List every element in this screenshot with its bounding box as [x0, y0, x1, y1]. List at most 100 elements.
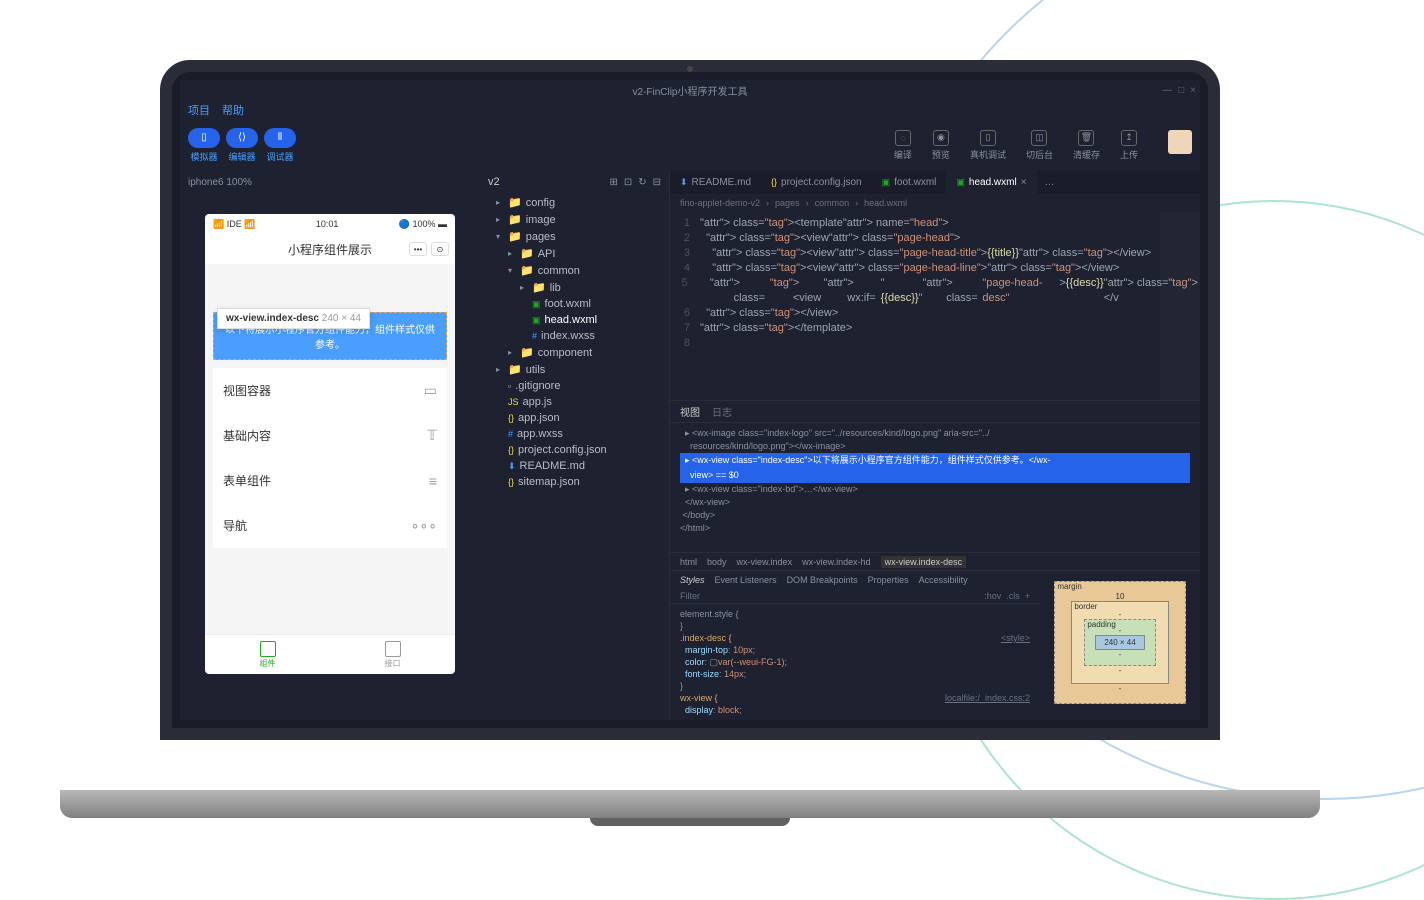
folder-icon: 📁 — [520, 346, 534, 359]
minimap[interactable] — [1160, 212, 1200, 400]
editor-tab[interactable]: ▣head.wxml× — [946, 170, 1036, 194]
tab-api[interactable]: 接口 — [330, 635, 455, 674]
styles-tab[interactable]: Event Listeners — [715, 575, 777, 585]
page-title: 小程序组件展示 — [288, 241, 372, 258]
more-tabs-icon[interactable]: … — [1037, 177, 1063, 188]
close-icon[interactable]: × — [1021, 177, 1027, 188]
styles-rules[interactable]: element.style { } .index-desc {<style> m… — [670, 604, 1040, 720]
close-circle-icon[interactable]: ⊙ — [431, 242, 449, 256]
remote-debug-button[interactable]: ▯真机调试 — [970, 130, 1006, 161]
project-name[interactable]: v2 — [488, 176, 500, 188]
menu-project[interactable]: 项目 — [188, 102, 210, 118]
editor-toggle[interactable]: ⟨⟩ — [226, 128, 258, 148]
filter-input[interactable]: Filter — [680, 591, 700, 601]
file-icon: ▫ — [508, 381, 511, 391]
styles-tab[interactable]: DOM Breakpoints — [787, 575, 858, 585]
new-folder-icon[interactable]: ⊡ — [624, 177, 632, 188]
list-item[interactable]: 导航∘∘∘ — [213, 503, 447, 548]
code-editor[interactable]: 1"attr"> class="tag"><template"attr"> na… — [670, 212, 1200, 400]
element-crumb[interactable]: wx-view.index-desc — [881, 556, 967, 568]
collapse-icon[interactable]: ⊟ — [653, 177, 661, 188]
code-line[interactable]: 6 "attr"> class="tag"></view> — [670, 306, 1200, 321]
preview-button[interactable]: ◉预览 — [932, 130, 950, 161]
maximize-icon[interactable]: □ — [1178, 85, 1184, 96]
file-item[interactable]: JSapp.js — [484, 394, 665, 410]
file-item[interactable]: ▫.gitignore — [484, 378, 665, 394]
caret-icon: ▸ — [496, 365, 504, 374]
elements-panel[interactable]: ▸ <wx-image class="index-logo" src="../r… — [670, 423, 1200, 552]
code-line[interactable]: 3 "attr"> class="tag"><view"attr"> class… — [670, 246, 1200, 261]
devtools-tab-view[interactable]: 视图 — [680, 404, 700, 419]
folder-item[interactable]: ▸📁config — [484, 194, 665, 211]
background-button[interactable]: ◫切后台 — [1026, 130, 1053, 161]
window-title: v2-FinClip小程序开发工具 — [632, 83, 747, 98]
code-line[interactable]: 5 "attr"> class="tag"><view"attr"> wx:if… — [670, 276, 1200, 306]
file-item[interactable]: #index.wxss — [484, 328, 665, 344]
simulator-toggle[interactable]: ▯ — [188, 128, 220, 148]
close-icon[interactable]: × — [1190, 85, 1196, 96]
code-line[interactable]: 2 "attr"> class="tag"><view"attr"> class… — [670, 231, 1200, 246]
file-item[interactable]: #app.wxss — [484, 426, 665, 442]
file-item[interactable]: ▣head.wxml — [484, 312, 665, 328]
element-crumb[interactable]: wx-view.index-hd — [802, 557, 871, 567]
upload-button[interactable]: ↥上传 — [1120, 130, 1138, 161]
menu-help[interactable]: 帮助 — [222, 102, 244, 118]
window-titlebar: v2-FinClip小程序开发工具 — □ × — [180, 80, 1200, 100]
folder-item[interactable]: ▾📁pages — [484, 228, 665, 245]
file-explorer: v2 ⊞ ⊡ ↻ ⊟ ▸📁config▸📁image▾📁pages▸📁API▾📁… — [480, 170, 670, 720]
file-item[interactable]: {}app.json — [484, 410, 665, 426]
editor-tabs: ⬇README.md{}project.config.json▣foot.wxm… — [670, 170, 1200, 194]
compile-button[interactable]: ◌编译 — [894, 130, 912, 161]
element-crumb[interactable]: body — [707, 557, 727, 567]
file-item[interactable]: ▣foot.wxml — [484, 296, 665, 312]
code-line[interactable]: 7"attr"> class="tag"></template> — [670, 321, 1200, 336]
folder-item[interactable]: ▸📁image — [484, 211, 665, 228]
list-item[interactable]: 视图容器▭ — [213, 368, 447, 413]
breadcrumb-segment[interactable]: fino-applet-demo-v2 — [680, 198, 760, 208]
file-item[interactable]: ⬇README.md — [484, 458, 665, 474]
wxml-icon: ▣ — [532, 315, 541, 326]
folder-item[interactable]: ▸📁lib — [484, 279, 665, 296]
folder-item[interactable]: ▸📁utils — [484, 361, 665, 378]
hov-toggle[interactable]: :hov — [984, 591, 1001, 601]
device-info[interactable]: iphone6 100% — [188, 177, 252, 188]
devtools-tab-log[interactable]: 日志 — [712, 404, 732, 419]
json-icon: {} — [508, 477, 514, 487]
code-line[interactable]: 4 "attr"> class="tag"><view"attr"> class… — [670, 261, 1200, 276]
cls-toggle[interactable]: .cls — [1006, 591, 1020, 601]
json-icon: {} — [771, 177, 777, 187]
styles-tab[interactable]: Accessibility — [919, 575, 968, 585]
more-icon[interactable]: ••• — [409, 242, 427, 256]
folder-item[interactable]: ▾📁common — [484, 262, 665, 279]
styles-tab[interactable]: Properties — [868, 575, 909, 585]
editor-tab[interactable]: {}project.config.json — [761, 170, 872, 194]
window-controls[interactable]: — □ × — [1162, 85, 1196, 96]
minimize-icon[interactable]: — — [1162, 85, 1172, 96]
refresh-icon[interactable]: ↻ — [638, 177, 646, 188]
folder-icon: 📁 — [508, 213, 522, 226]
new-file-icon[interactable]: ⊞ — [609, 177, 617, 188]
element-crumb[interactable]: wx-view.index — [737, 557, 793, 567]
clear-cache-button[interactable]: 🗑清缓存 — [1073, 130, 1100, 161]
styles-tab[interactable]: Styles — [680, 575, 705, 585]
tab-components[interactable]: 组件 — [205, 635, 330, 674]
code-line[interactable]: 1"attr"> class="tag"><template"attr"> na… — [670, 216, 1200, 231]
user-avatar[interactable] — [1168, 130, 1192, 154]
folder-item[interactable]: ▸📁API — [484, 245, 665, 262]
code-line[interactable]: 8 — [670, 336, 1200, 351]
editor-tab[interactable]: ▣foot.wxml — [872, 170, 947, 194]
phone-preview: 📶 IDE 📶 10:01 🔵 100% ▬ 小程序组件展示 ••• ⊙ wx-… — [205, 214, 455, 674]
add-rule-icon[interactable]: + — [1025, 591, 1030, 601]
file-item[interactable]: {}sitemap.json — [484, 474, 665, 490]
list-item[interactable]: 表单组件≡ — [213, 458, 447, 503]
list-item[interactable]: 基础内容𝕋 — [213, 413, 447, 458]
file-item[interactable]: {}project.config.json — [484, 442, 665, 458]
breadcrumb-segment[interactable]: head.wxml — [864, 198, 907, 208]
debugger-toggle[interactable]: ⫴ — [264, 128, 296, 148]
breadcrumb: fino-applet-demo-v2 › pages › common › h… — [670, 194, 1200, 212]
folder-item[interactable]: ▸📁component — [484, 344, 665, 361]
element-crumb[interactable]: html — [680, 557, 697, 567]
breadcrumb-segment[interactable]: common — [815, 198, 850, 208]
breadcrumb-segment[interactable]: pages — [775, 198, 800, 208]
editor-tab[interactable]: ⬇README.md — [670, 170, 761, 194]
